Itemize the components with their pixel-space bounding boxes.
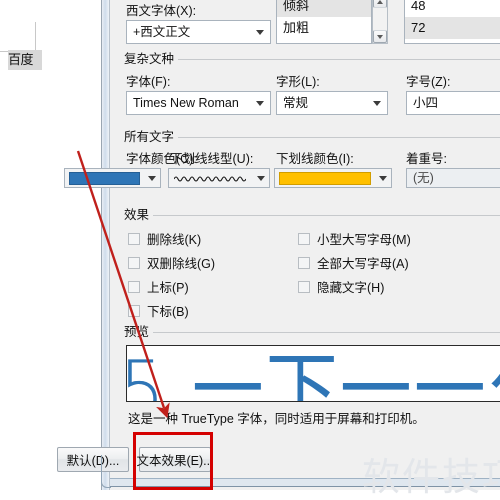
cs-style-combo[interactable]: 常规: [276, 91, 388, 115]
complex-script-group-title: 复杂文种: [124, 52, 179, 66]
latin-font-value: +西文正文: [133, 25, 191, 39]
cs-font-combo[interactable]: Times New Roman: [126, 91, 271, 115]
effects-group-rule: [152, 215, 500, 216]
background-rule-vertical: [35, 22, 36, 52]
checkbox-all-caps[interactable]: 全部大写字母(A): [298, 253, 409, 272]
cs-size-value: 小四: [413, 96, 439, 110]
chevron-down-icon[interactable]: [256, 101, 264, 106]
underline-color-label: 下划线颜色(I):: [276, 152, 354, 166]
emphasis-mark-label: 着重号:: [406, 152, 447, 166]
checkbox-label: 小型大写字母(M): [317, 233, 411, 247]
checkbox-label: 隐藏文字(H): [317, 281, 385, 295]
latin-font-combo[interactable]: +西文正文: [126, 20, 271, 44]
preview-group-title: 预览: [124, 325, 154, 339]
checkbox-icon[interactable]: [298, 256, 310, 269]
cs-font-value: Times New Roman: [133, 96, 239, 110]
latin-font-label: 西文字体(X):: [126, 4, 197, 18]
font-color-combo[interactable]: [64, 168, 161, 188]
preview-group-rule: [152, 332, 500, 333]
font-color-dropdown-arrow[interactable]: [143, 169, 160, 187]
checkbox-label: 下标(B): [147, 305, 189, 319]
checkbox-icon[interactable]: [298, 232, 310, 245]
dialog-bottom-left-corner: [101, 455, 111, 488]
screenshot-root: 百度 西文字体(X): +西文正文 倾斜 加粗 48 72 复杂文种 字体(F)…: [0, 0, 500, 500]
font-size-listbox[interactable]: 48 72: [404, 0, 500, 44]
background-page: 百度: [0, 0, 108, 500]
font-size-option-1[interactable]: 72: [405, 17, 500, 39]
cs-size-label: 字号(Z):: [406, 75, 451, 89]
checkbox-subscript[interactable]: 下标(B): [128, 301, 189, 320]
baidu-chip[interactable]: 百度: [8, 50, 42, 70]
chevron-down-icon[interactable]: [373, 101, 381, 106]
font-style-listbox[interactable]: 倾斜 加粗: [276, 0, 372, 44]
default-button[interactable]: 默认(D)...: [57, 447, 129, 472]
checkbox-icon[interactable]: [128, 280, 140, 293]
font-style-option-0[interactable]: 倾斜: [277, 0, 371, 17]
font-style-option-1[interactable]: 加粗: [277, 17, 371, 39]
cs-style-value: 常规: [283, 96, 309, 110]
emphasis-mark-field[interactable]: (无): [406, 168, 500, 188]
preview-sample-text: 5 一下一一公用: [127, 345, 500, 402]
all-text-group-title: 所有文字: [124, 130, 179, 144]
chevron-down-icon[interactable]: [147, 175, 156, 181]
complex-script-group-rule: [166, 59, 500, 60]
chevron-down-icon[interactable]: [256, 175, 265, 181]
checkbox-label: 全部大写字母(A): [317, 257, 409, 271]
cs-font-label: 字体(F):: [126, 75, 171, 89]
dialog-glass-border: [102, 0, 109, 490]
font-size-option-0[interactable]: 48: [405, 0, 500, 17]
checkbox-icon[interactable]: [298, 280, 310, 293]
gold-swatch: [279, 171, 371, 185]
underline-color-dropdown-arrow[interactable]: [374, 169, 391, 187]
wavy-underline-icon: [174, 176, 246, 182]
effects-group-title: 效果: [124, 208, 154, 222]
chevron-down-icon[interactable]: [256, 30, 264, 35]
checkbox-icon[interactable]: [128, 256, 140, 269]
scroll-down-icon[interactable]: [373, 30, 387, 43]
underline-color-combo[interactable]: [274, 168, 392, 188]
blue-swatch: [69, 171, 140, 185]
checkbox-icon[interactable]: [128, 304, 140, 317]
cs-size-combo[interactable]: 小四: [406, 91, 500, 115]
all-text-group-rule: [166, 137, 500, 138]
preview-caption: 这是一种 TrueType 字体，同时适用于屏幕和打印机。: [128, 412, 425, 426]
font-preview-box: 5 一下一一公用: [126, 345, 500, 402]
underline-style-label: 下划线线型(U):: [170, 152, 254, 166]
annotation-highlight-box: [133, 432, 213, 490]
site-watermark: 软件技巧: [362, 457, 500, 499]
checkbox-hidden-text[interactable]: 隐藏文字(H): [298, 277, 384, 296]
scroll-up-icon[interactable]: [373, 0, 387, 8]
checkbox-strikethrough[interactable]: 删除线(K): [128, 229, 201, 248]
checkbox-icon[interactable]: [128, 232, 140, 245]
cs-style-label: 字形(L):: [276, 75, 320, 89]
checkbox-label: 双删除线(G): [147, 257, 216, 271]
underline-style-combo[interactable]: [168, 168, 270, 188]
underline-style-dropdown-arrow[interactable]: [252, 169, 269, 187]
checkbox-small-caps[interactable]: 小型大写字母(M): [298, 229, 411, 248]
checkbox-label: 上标(P): [147, 281, 189, 295]
checkbox-superscript[interactable]: 上标(P): [128, 277, 189, 296]
checkbox-label: 删除线(K): [147, 233, 202, 247]
chevron-down-icon[interactable]: [378, 175, 387, 181]
font-style-scrollbar[interactable]: [372, 0, 388, 44]
checkbox-double-strikethrough[interactable]: 双删除线(G): [128, 253, 215, 272]
